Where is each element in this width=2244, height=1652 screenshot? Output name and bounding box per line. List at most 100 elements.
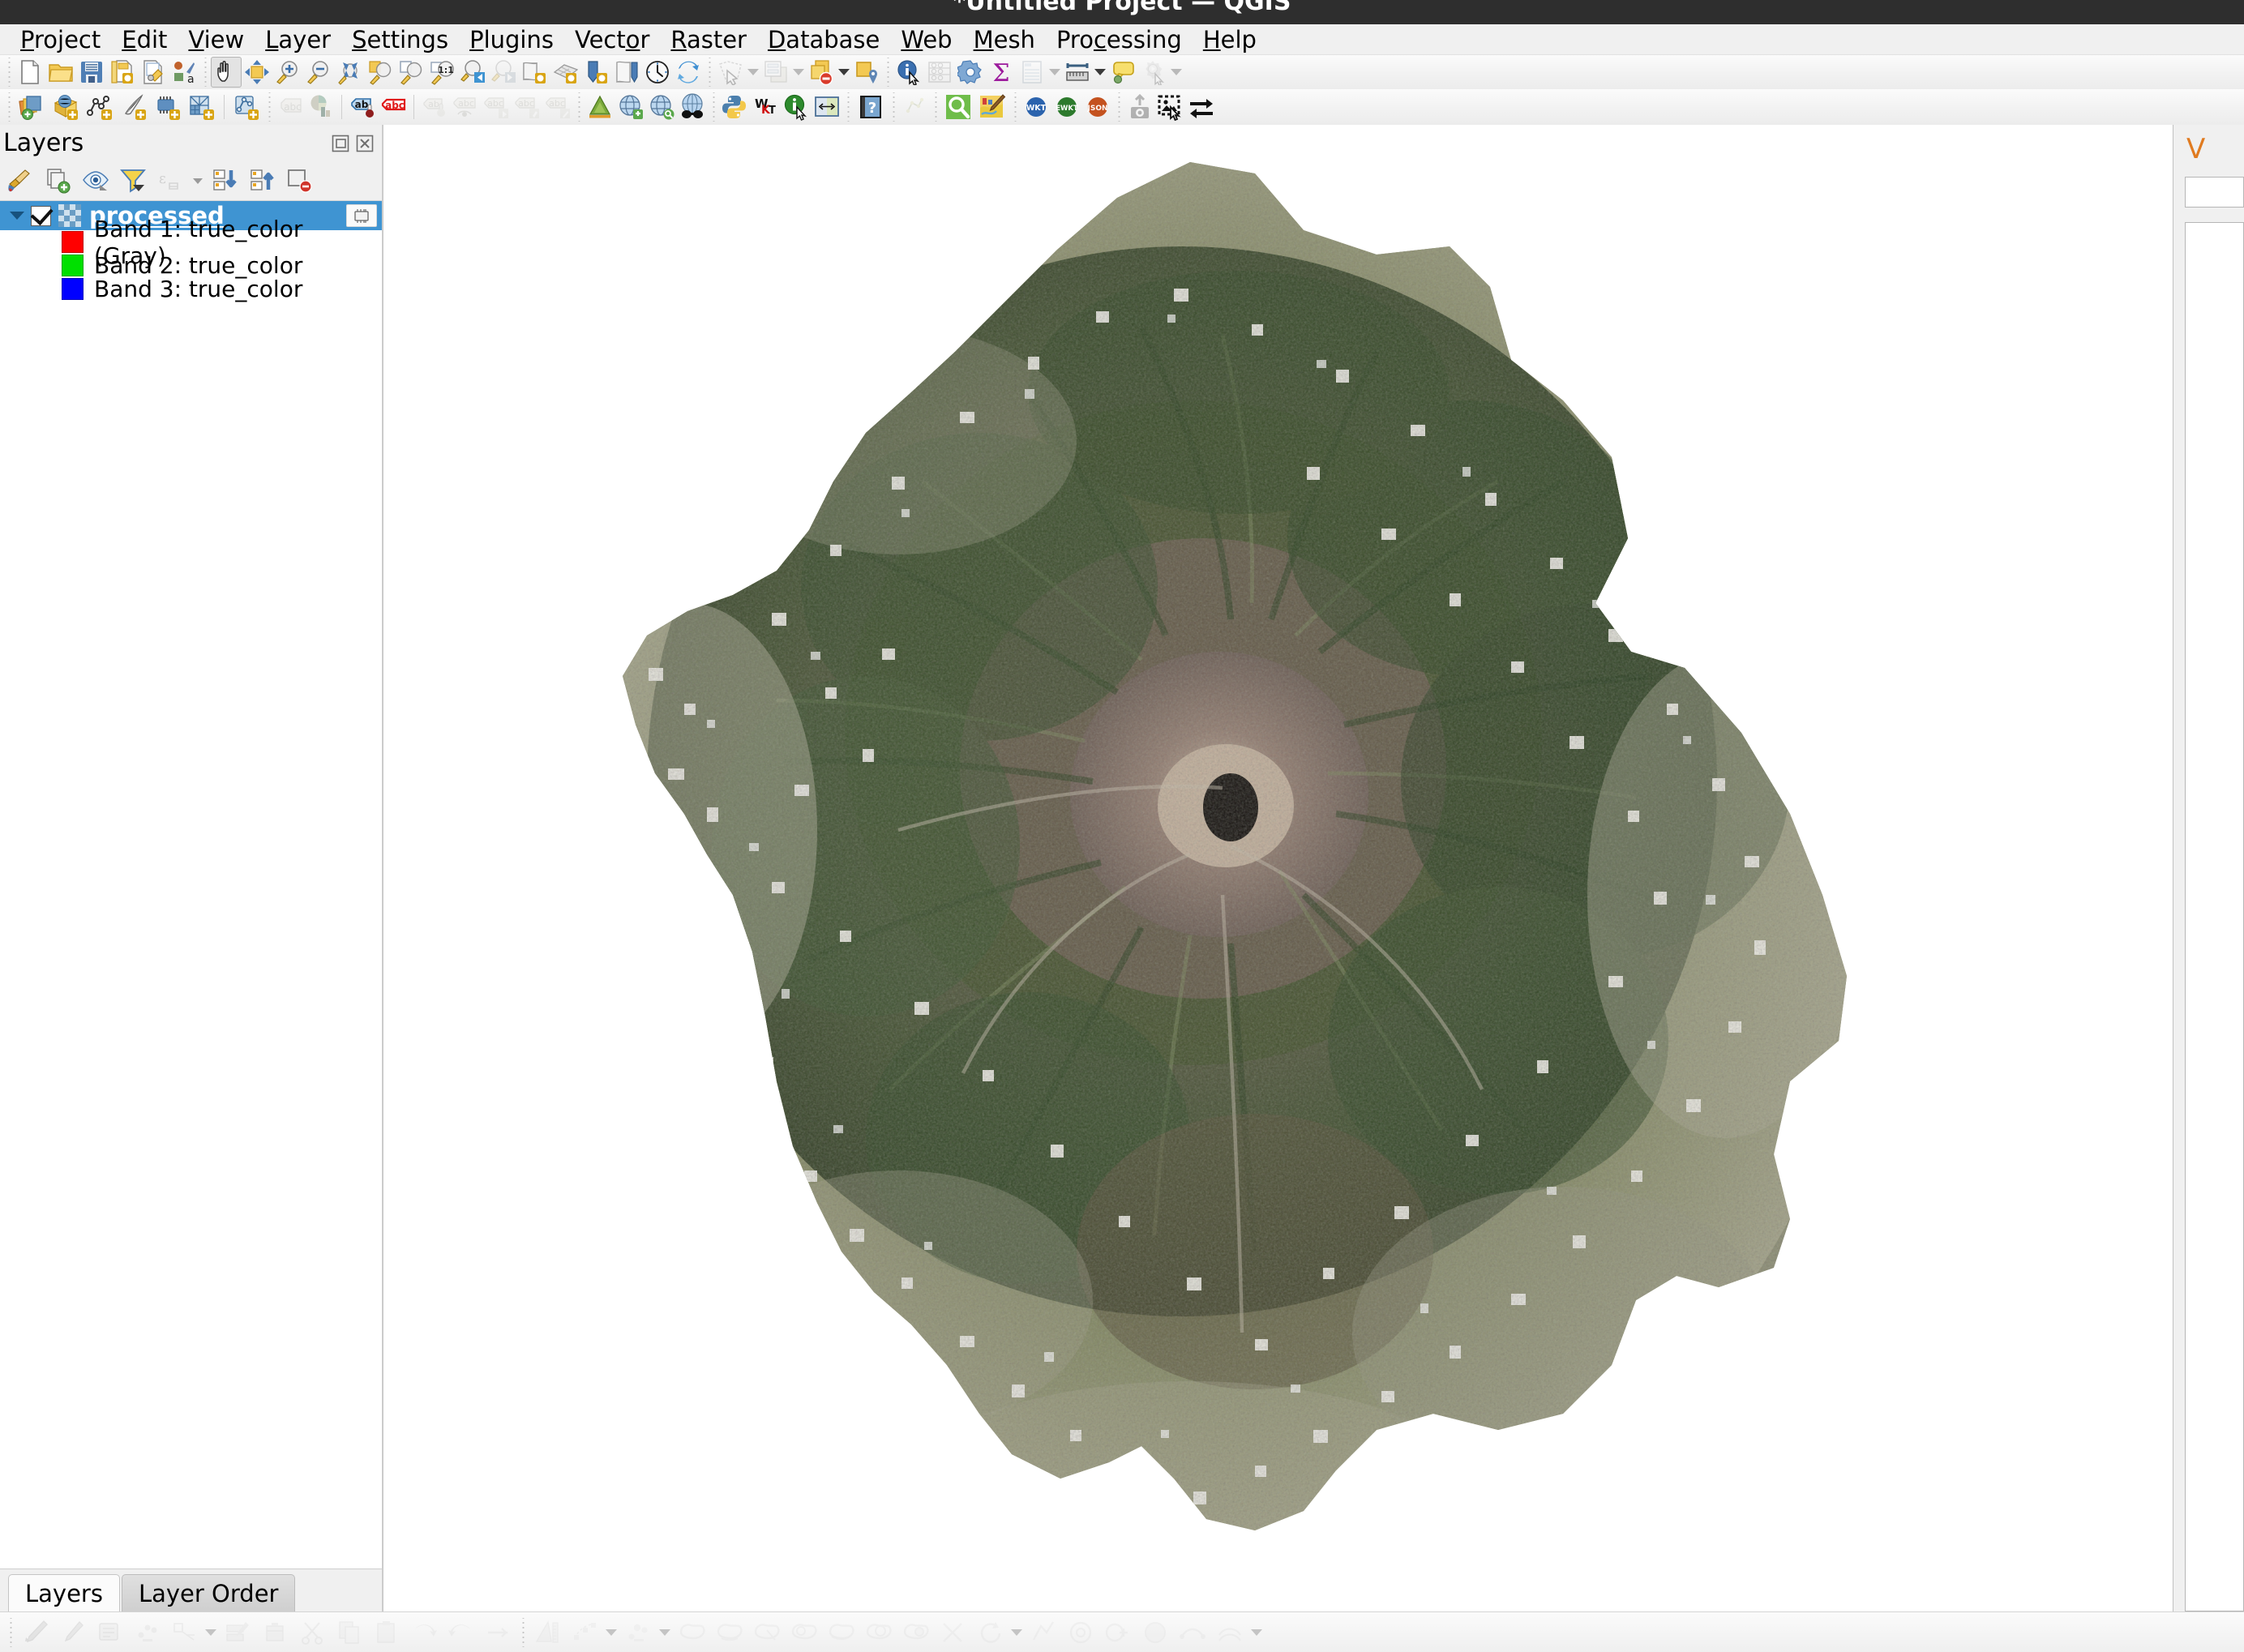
copy-features-icon[interactable]: [331, 1616, 368, 1650]
remove-layer-icon[interactable]: [282, 164, 318, 198]
toolbar2-handle-2[interactable]: [263, 92, 275, 122]
filter-legend-dropdown[interactable]: [190, 164, 206, 198]
toolbar-handle-4[interactable]: [882, 58, 893, 87]
tab-layer-order[interactable]: Layer Order: [121, 1574, 296, 1611]
toolbar2-handle-3[interactable]: [573, 92, 585, 122]
split-features-icon[interactable]: [934, 1616, 971, 1650]
advanced-digitizing-icon[interactable]: [566, 1616, 603, 1650]
vertex-tool-dropdown[interactable]: [203, 1629, 219, 1636]
filter-legend-expression-icon[interactable]: ε: [152, 164, 188, 198]
menu-layer[interactable]: Layer: [255, 24, 341, 55]
zoom-full-icon[interactable]: [334, 57, 365, 88]
add-group-icon[interactable]: [41, 164, 76, 198]
data-source-manager-icon[interactable]: [15, 92, 49, 122]
zoom-next-icon[interactable]: [488, 57, 519, 88]
new-project-icon[interactable]: [15, 57, 45, 88]
toolbar2-handle[interactable]: [3, 92, 15, 122]
offset-curve-dropdown[interactable]: [1248, 1629, 1265, 1636]
cut-features-icon[interactable]: [293, 1616, 331, 1650]
add-record-icon[interactable]: [91, 1616, 128, 1650]
add-wms-layer-icon[interactable]: [185, 92, 219, 122]
attribute-table-icon[interactable]: [1017, 57, 1047, 88]
run-feature-action-icon[interactable]: [1138, 57, 1169, 88]
toolbar2-handle-4[interactable]: [708, 92, 719, 122]
measure-tools-icon[interactable]: [529, 1616, 566, 1650]
pan-map-icon[interactable]: [211, 57, 242, 88]
measure-line-icon[interactable]: [1062, 57, 1093, 88]
geoprocessing-5-icon[interactable]: [822, 1616, 859, 1650]
new-print-layout-icon[interactable]: [107, 57, 138, 88]
highlight-pinned-labels-icon[interactable]: ab: [347, 92, 378, 122]
new-3d-map-view-icon[interactable]: [550, 57, 580, 88]
label-toggle-icon[interactable]: abc: [542, 92, 573, 122]
geoprocessing-7-icon[interactable]: [897, 1616, 934, 1650]
wkt-badge-icon[interactable]: WKT: [1021, 92, 1051, 122]
menu-vector[interactable]: Vector: [564, 24, 660, 55]
menu-edit[interactable]: Edit: [111, 24, 178, 55]
menu-plugins[interactable]: Plugins: [459, 24, 564, 55]
info-identify-icon[interactable]: [781, 92, 812, 122]
menu-web[interactable]: Web: [890, 24, 962, 55]
band-row-1[interactable]: Band 1: true_color (Gray): [0, 216, 382, 269]
float-panel-icon[interactable]: [330, 133, 351, 154]
menu-settings[interactable]: Settings: [341, 24, 459, 55]
save-project-icon[interactable]: [76, 57, 107, 88]
diagram-icon[interactable]: [306, 92, 336, 122]
toggle-editing-icon[interactable]: [16, 1616, 54, 1650]
vertex-tool-icon[interactable]: [165, 1616, 203, 1650]
menu-mesh[interactable]: Mesh: [963, 24, 1046, 55]
pan-to-selection-icon[interactable]: [242, 57, 272, 88]
gps-tools-icon[interactable]: [646, 92, 677, 122]
select-features-icon[interactable]: [715, 57, 746, 88]
menu-view[interactable]: View: [178, 24, 255, 55]
map-styling-icon[interactable]: [975, 92, 1009, 122]
toolbar2-handle-9[interactable]: [1113, 92, 1124, 122]
menu-project[interactable]: Project: [10, 24, 111, 55]
select-value-icon[interactable]: [760, 57, 791, 88]
toolbar-handle-2[interactable]: [199, 58, 211, 87]
add-point-feature-icon[interactable]: [128, 1616, 165, 1650]
snapping-options-icon[interactable]: [619, 1616, 657, 1650]
georeferencer-icon[interactable]: [585, 92, 615, 122]
deselect-dropdown[interactable]: [837, 57, 851, 88]
add-raster-layer-icon[interactable]: [83, 92, 117, 122]
search-layers-icon[interactable]: [941, 92, 975, 122]
undo-icon[interactable]: [405, 1616, 443, 1650]
new-print-layout2-icon[interactable]: [580, 57, 611, 88]
toolbar2-handle-6[interactable]: [888, 92, 899, 122]
topology-checker-icon[interactable]: [899, 92, 930, 122]
paste-features-icon[interactable]: [368, 1616, 405, 1650]
toolbar2-handle-5[interactable]: [842, 92, 854, 122]
geoprocessing-4-icon[interactable]: [785, 1616, 822, 1650]
zoom-out-icon[interactable]: [303, 57, 334, 88]
open-project-icon[interactable]: [45, 57, 76, 88]
wkt-tool-icon[interactable]: WKT: [750, 92, 781, 122]
tab-layers[interactable]: Layers: [8, 1574, 120, 1611]
advanced-digitizing-dropdown[interactable]: [603, 1629, 619, 1636]
zoom-to-selection-icon[interactable]: [365, 57, 396, 88]
digitizing-handle[interactable]: [5, 1617, 16, 1647]
add-mesh-layer-icon[interactable]: [151, 92, 185, 122]
deselect-icon[interactable]: [806, 57, 837, 88]
add-vector-tile-icon[interactable]: [229, 92, 263, 122]
zoom-to-layer-icon[interactable]: [396, 57, 426, 88]
layout-manager-icon[interactable]: [611, 57, 642, 88]
rotate-feature-dropdown[interactable]: [1009, 1629, 1025, 1636]
change-label-icon[interactable]: abc: [512, 92, 542, 122]
reshape-features-icon[interactable]: [1174, 1616, 1211, 1650]
layer-tree[interactable]: processed Band 1: true_color (Gray) Band…: [0, 200, 382, 1569]
add-vector-layer-icon[interactable]: [49, 92, 83, 122]
geoprocessing-1-icon[interactable]: [673, 1616, 710, 1650]
temporal-controller-icon[interactable]: [642, 57, 673, 88]
field-calculator-icon[interactable]: [924, 57, 955, 88]
map-canvas[interactable]: [383, 125, 2173, 1611]
select-by-location-icon[interactable]: [851, 57, 882, 88]
add-ring-icon[interactable]: [1062, 1616, 1099, 1650]
toolbar2-handle-7[interactable]: [930, 92, 941, 122]
json-badge-icon[interactable]: JSON: [1082, 92, 1113, 122]
new-map-view-icon[interactable]: [519, 57, 550, 88]
geoprocessing-6-icon[interactable]: [859, 1616, 897, 1650]
filter-legend-icon[interactable]: [115, 164, 151, 198]
redo-icon[interactable]: [443, 1616, 480, 1650]
geoprocessing-3-icon[interactable]: [747, 1616, 785, 1650]
